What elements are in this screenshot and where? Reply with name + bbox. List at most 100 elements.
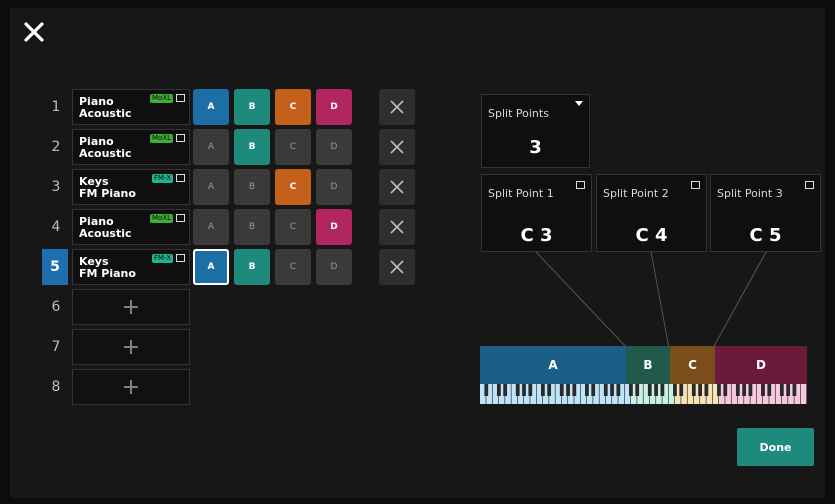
black-key [603,384,608,396]
keyboard-icon [176,214,185,222]
zone-toggle-b[interactable]: B [234,129,270,165]
white-key [800,384,807,404]
black-key [748,384,753,396]
black-key [629,384,633,396]
keyboard-zone-d: D [715,346,807,384]
part-number: 8 [51,379,61,395]
black-key [691,384,696,396]
part-number[interactable]: 2 [42,129,70,165]
close-icon [390,220,404,234]
instrument-slot[interactable]: Piano Acoustic MoXL [72,209,190,245]
black-key [717,384,721,396]
instrument-name: FM Piano [79,267,136,280]
part-number[interactable]: 5 [42,249,68,285]
zone-toggle-b[interactable]: B [234,249,270,285]
add-part-button[interactable]: + [72,289,190,325]
black-key [540,384,545,396]
black-key [704,384,709,396]
zone-toggle-b[interactable]: B [234,209,270,245]
split-points-label: Split Points [488,107,549,120]
zone-toggle-b[interactable]: B [234,89,270,125]
plus-icon: + [121,334,141,360]
zone-toggle-c[interactable]: C [275,249,311,285]
keyboard-zone-c: C [670,346,715,384]
black-key [616,384,621,396]
zone-toggle-d[interactable]: D [316,169,352,205]
zone-toggle-c[interactable]: C [275,169,311,205]
instrument-slot[interactable]: Piano Acoustic MoXL [72,129,190,165]
instrument-name: Acoustic [79,227,132,240]
keyboard-icon [176,134,185,142]
delete-part-button[interactable] [379,129,415,165]
zone-toggle-d[interactable]: D [316,89,352,125]
instrument-name: FM Piano [79,187,136,200]
add-part-button[interactable]: + [72,329,190,365]
zone-toggle-a[interactable]: A [193,169,229,205]
engine-badge: MoXL [149,134,173,143]
part-row: 5 Keys FM Piano FM-X ABCD [42,249,422,285]
black-key [647,384,652,396]
delete-part-button[interactable] [379,169,415,205]
zone-toggle-c[interactable]: C [275,209,311,245]
keyboard-icon [576,181,585,189]
zone-toggle-d[interactable]: D [316,249,352,285]
delete-part-button[interactable] [379,249,415,285]
split-point-3[interactable]: Split Point 3 C 5 [710,174,821,252]
close-icon [390,100,404,114]
black-key [496,384,501,396]
part-number[interactable]: 4 [42,209,70,245]
keyboard-zone-b: B [626,346,670,384]
zone-toggle-a[interactable]: A [193,249,229,285]
split-point-label: Split Point 1 [488,187,554,200]
zone-toggle-a[interactable]: A [193,129,229,165]
close-icon [390,140,404,154]
part-row: 2 Piano Acoustic MoXL ABCD [42,129,422,165]
add-part-button[interactable]: + [72,369,190,405]
black-key [522,384,526,396]
black-key [735,384,740,396]
done-button[interactable]: Done [737,428,814,466]
keyboard-zone-a: A [480,346,626,384]
split-point-label: Split Point 2 [603,187,669,200]
instrument-slot[interactable]: Keys FM Piano FM-X [72,249,190,285]
split-points-selector[interactable]: Split Points 3 [481,94,590,168]
zone-toggle-c[interactable]: C [275,89,311,125]
part-row: 1 Piano Acoustic MoXL ABCD [42,89,422,125]
split-point-value: C 3 [520,225,553,246]
black-key [515,384,520,396]
black-key [742,384,747,396]
black-key [559,384,564,396]
black-key [528,384,533,396]
zone-toggle-b[interactable]: B [234,169,270,205]
instrument-slot[interactable]: Keys FM Piano FM-X [72,169,190,205]
close-icon [390,260,404,274]
black-key [566,384,570,396]
engine-badge: FM-X [151,254,173,263]
split-point-label: Split Point 3 [717,187,783,200]
zone-toggle-a[interactable]: A [193,209,229,245]
split-point-1[interactable]: Split Point 1 C 3 [481,174,592,252]
split-points-value: 3 [529,137,542,158]
zone-toggle-d[interactable]: D [316,129,352,165]
black-key [761,384,765,396]
split-point-value: C 4 [635,225,668,246]
black-key [723,384,728,396]
part-number[interactable]: 1 [42,89,70,125]
part-number[interactable]: 3 [42,169,70,205]
delete-part-button[interactable] [379,209,415,245]
black-key [698,384,702,396]
engine-badge: MoXL [149,94,173,103]
split-point-2[interactable]: Split Point 2 C 4 [596,174,707,252]
engine-badge: MoXL [149,214,173,223]
part-row: 7 + [42,329,422,365]
zone-toggle-a[interactable]: A [193,89,229,125]
part-row: 8 + [42,369,422,405]
delete-part-button[interactable] [379,89,415,125]
close-button[interactable] [22,20,46,44]
zone-toggle-c[interactable]: C [275,129,311,165]
keyboard-icon [176,174,185,182]
black-key [767,384,772,396]
zone-toggle-d[interactable]: D [316,209,352,245]
instrument-slot[interactable]: Piano Acoustic MoXL [72,89,190,125]
black-key [635,384,640,396]
